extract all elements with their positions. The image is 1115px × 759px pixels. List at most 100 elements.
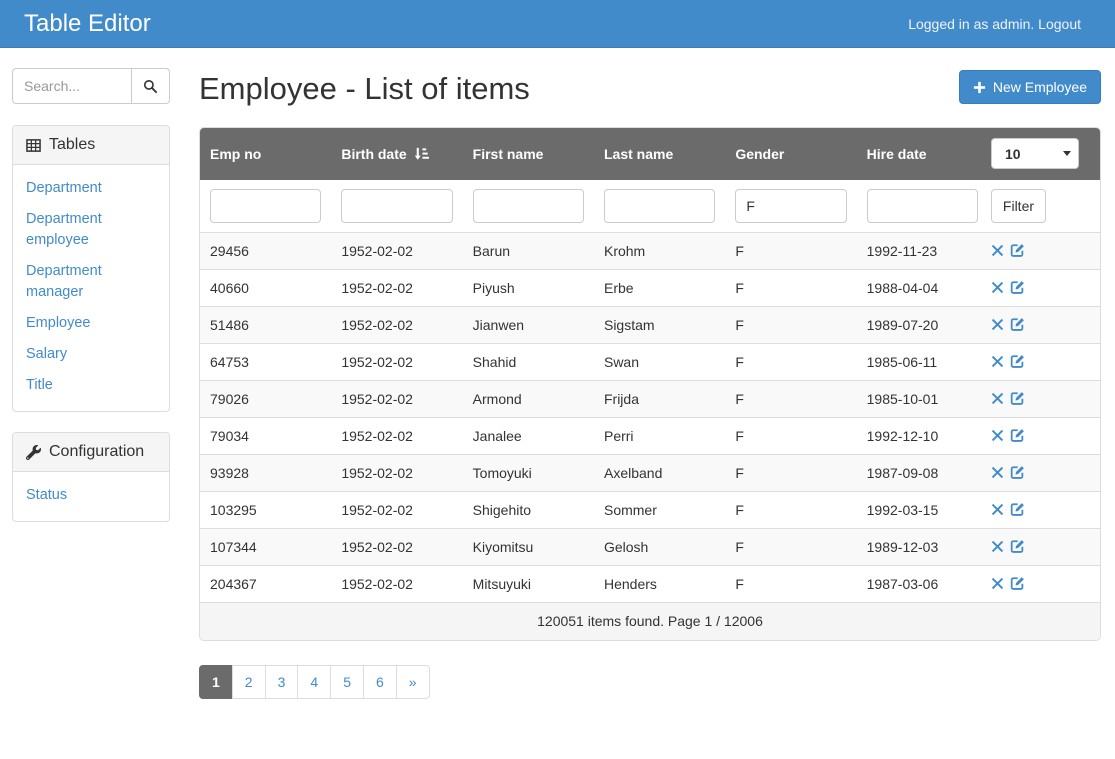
cell-first-name: Shahid	[472, 353, 517, 370]
pagination-page[interactable]: 2	[231, 664, 266, 699]
logout-link[interactable]: Logout	[1038, 16, 1081, 32]
page-title: Employee - List of items	[199, 71, 530, 106]
search-input[interactable]	[12, 68, 131, 104]
table-row: 107344 1952-02-02 Kiyomitsu Gelosh F 198…	[200, 528, 1100, 566]
pagination-page[interactable]: 5	[330, 664, 364, 699]
column-header[interactable]: Hire date	[857, 146, 988, 162]
filter-input[interactable]	[735, 188, 847, 223]
cell-first-name: Tomoyuki	[472, 464, 532, 481]
cell-gender: F	[735, 390, 744, 407]
filter-input[interactable]	[341, 188, 453, 223]
filter-input[interactable]	[603, 188, 716, 223]
table-icon	[26, 138, 41, 153]
pagination-page[interactable]: »	[395, 664, 430, 699]
navbar-brand: Table Editor	[24, 9, 151, 37]
cell-gender: F	[735, 501, 744, 518]
edit-row-icon[interactable]	[1010, 428, 1025, 443]
items-found-text: 120051 items found. Page 1 / 12006	[537, 613, 763, 630]
edit-row-icon[interactable]	[1010, 391, 1025, 406]
cell-birth-date: 1952-02-02	[341, 390, 413, 407]
cell-last-name: Henders	[603, 575, 657, 592]
filter-row: Filter	[200, 179, 1100, 233]
edit-row-icon[interactable]	[1010, 280, 1025, 295]
cell-gender: F	[735, 353, 744, 370]
logged-in-text: Logged in as admin.	[908, 15, 1035, 32]
edit-row-icon[interactable]	[1010, 502, 1025, 517]
table-row: 79034 1952-02-02 Janalee Perri F 1992-12…	[200, 417, 1100, 455]
sidebar-config-link[interactable]: Status	[13, 480, 169, 511]
page-size-select[interactable]: 10	[990, 138, 1079, 170]
delete-row-icon[interactable]	[991, 466, 1004, 479]
cell-gender: F	[735, 316, 744, 333]
pagination: 1 2 3 4 5 6 »	[199, 664, 430, 699]
edit-row-icon[interactable]	[1010, 317, 1025, 332]
cell-birth-date: 1952-02-02	[341, 501, 413, 518]
cell-last-name: Axelband	[603, 464, 663, 481]
cell-hire-date: 1992-12-10	[866, 427, 939, 444]
cell-hire-date: 1987-03-06	[866, 575, 939, 592]
column-header[interactable]: Gender	[725, 146, 856, 162]
edit-row-icon[interactable]	[1010, 576, 1025, 591]
cell-gender: F	[735, 279, 744, 296]
sidebar-table-link[interactable]: Department employee	[13, 204, 169, 256]
cell-birth-date: 1952-02-02	[341, 242, 413, 259]
sidebar-table-link[interactable]: Salary	[13, 339, 169, 370]
cell-hire-date: 1989-07-20	[866, 316, 939, 333]
configuration-panel: Configuration Status	[12, 432, 170, 523]
cell-emp-no: 79026	[210, 390, 249, 407]
delete-row-icon[interactable]	[991, 355, 1004, 368]
filter-input[interactable]	[472, 188, 584, 223]
delete-row-icon[interactable]	[991, 392, 1004, 405]
cell-emp-no: 29456	[210, 242, 249, 259]
sidebar-table-link[interactable]: Department	[13, 173, 169, 204]
table-row: 103295 1952-02-02 Shigehito Sommer F 199…	[200, 491, 1100, 529]
column-header[interactable]: Birth date	[331, 146, 462, 162]
search-button[interactable]	[131, 68, 170, 104]
pagination-page[interactable]: 3	[264, 664, 299, 699]
pagination-page[interactable]: 6	[362, 664, 397, 699]
table-row: 40660 1952-02-02 Piyush Erbe F 1988-04-0…	[200, 269, 1100, 307]
delete-row-icon[interactable]	[991, 281, 1004, 294]
filter-input[interactable]	[210, 188, 322, 223]
delete-row-icon[interactable]	[991, 503, 1004, 516]
cell-emp-no: 93928	[210, 464, 249, 481]
wrench-icon	[26, 444, 41, 460]
cell-hire-date: 1987-09-08	[866, 464, 939, 481]
cell-last-name: Erbe	[603, 279, 634, 296]
new-employee-button[interactable]: New Employee	[958, 70, 1101, 104]
cell-last-name: Swan	[603, 353, 640, 370]
edit-row-icon[interactable]	[1010, 354, 1025, 369]
cell-emp-no: 51486	[210, 316, 249, 333]
filter-input[interactable]	[866, 188, 978, 223]
table-header-row: Emp no Birth date First name Last name G…	[200, 127, 1100, 180]
edit-row-icon[interactable]	[1010, 465, 1025, 480]
delete-row-icon[interactable]	[991, 318, 1004, 331]
delete-row-icon[interactable]	[991, 244, 1004, 257]
tables-panel: Tables Department Department employee De…	[12, 125, 170, 413]
delete-row-icon[interactable]	[991, 577, 1004, 590]
employee-table: Emp no Birth date First name Last name G…	[199, 126, 1101, 641]
edit-row-icon[interactable]	[1010, 243, 1025, 258]
edit-row-icon[interactable]	[1010, 539, 1025, 554]
column-header[interactable]: Emp no	[200, 146, 331, 162]
filter-button[interactable]: Filter	[990, 188, 1046, 223]
cell-emp-no: 64753	[210, 353, 249, 370]
column-header[interactable]: Last name	[594, 146, 725, 162]
sidebar-table-link[interactable]: Department manager	[13, 256, 169, 308]
sidebar-table-link[interactable]: Title	[13, 370, 169, 401]
sidebar-table-link[interactable]: Employee	[13, 308, 169, 339]
delete-row-icon[interactable]	[991, 540, 1004, 553]
cell-first-name: Shigehito	[472, 501, 532, 518]
cell-last-name: Perri	[603, 427, 634, 444]
delete-row-icon[interactable]	[991, 429, 1004, 442]
pagination-page[interactable]: 4	[297, 664, 332, 699]
plus-icon	[973, 81, 986, 94]
cell-birth-date: 1952-02-02	[341, 464, 413, 481]
pagination-page[interactable]: 1	[199, 664, 233, 699]
column-header[interactable]: First name	[463, 146, 594, 162]
table-body: 29456 1952-02-02 Barun Krohm F 1992-11-2…	[200, 232, 1100, 603]
table-row: 29456 1952-02-02 Barun Krohm F 1992-11-2…	[200, 232, 1100, 270]
configuration-panel-title: Configuration	[49, 443, 145, 461]
cell-gender: F	[735, 242, 744, 259]
cell-first-name: Jianwen	[472, 316, 525, 333]
